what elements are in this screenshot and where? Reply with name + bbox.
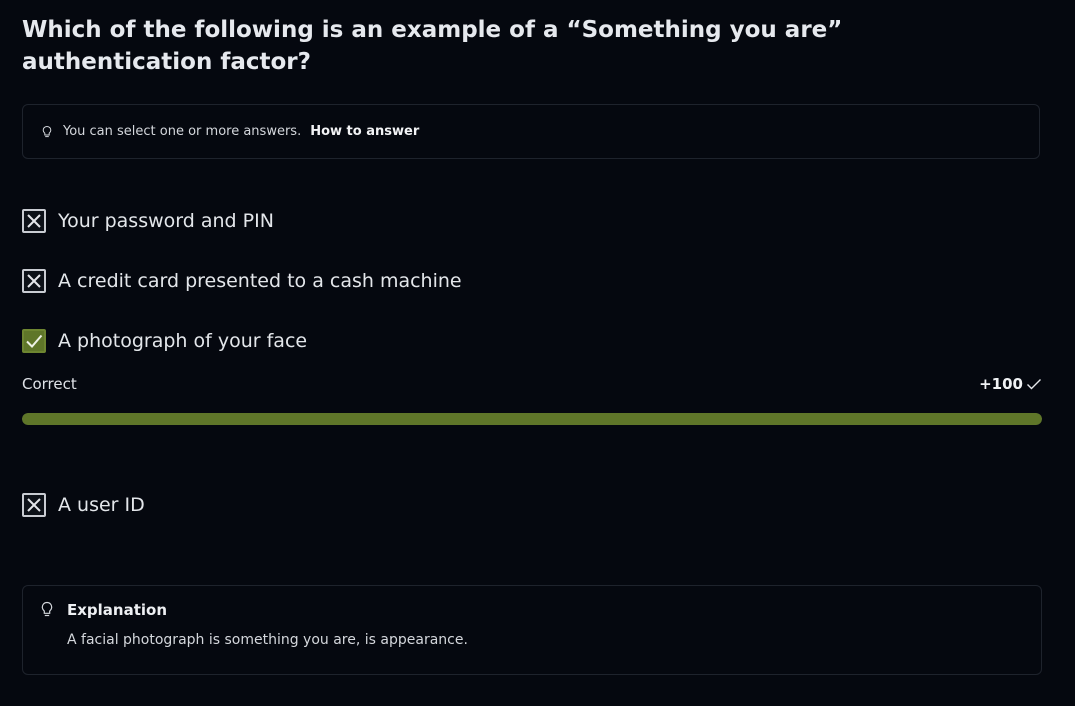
points-value: +100: [979, 375, 1023, 393]
lightbulb-icon: [40, 601, 54, 619]
quiz-page: Which of the following is an example of …: [0, 0, 1075, 706]
answer-option-label: A photograph of your face: [58, 330, 308, 352]
result-status: Correct: [22, 375, 77, 393]
checkmark-icon: [1027, 379, 1041, 390]
x-icon[interactable]: [22, 209, 46, 233]
answer-option[interactable]: Your password and PIN: [22, 209, 274, 233]
explanation-title: Explanation: [67, 601, 168, 619]
result-row: Correct +100: [22, 375, 1042, 393]
points-badge: +100: [979, 375, 1042, 393]
answer-hint-box: You can select one or more answers. How …: [22, 104, 1040, 159]
explanation-text: A facial photograph is something you are…: [67, 632, 468, 648]
hint-text: You can select one or more answers.: [63, 124, 302, 139]
explanation-box: Explanation A facial photograph is somet…: [22, 585, 1042, 675]
answer-option-label: A credit card presented to a cash machin…: [58, 270, 462, 292]
answer-option[interactable]: A user ID: [22, 493, 145, 517]
answer-option-label: A user ID: [58, 494, 145, 516]
score-progress-bar: [22, 413, 1042, 425]
answer-option[interactable]: A credit card presented to a cash machin…: [22, 269, 462, 293]
answer-option-label: Your password and PIN: [58, 210, 274, 232]
lightbulb-icon: [40, 125, 54, 139]
x-icon[interactable]: [22, 493, 46, 517]
check-icon[interactable]: [22, 329, 46, 353]
x-icon[interactable]: [22, 269, 46, 293]
score-progress-fill: [22, 413, 1042, 425]
answer-option-correct[interactable]: A photograph of your face: [22, 329, 307, 353]
how-to-answer-link[interactable]: How to answer: [310, 124, 419, 139]
question-title: Which of the following is an example of …: [22, 17, 843, 75]
